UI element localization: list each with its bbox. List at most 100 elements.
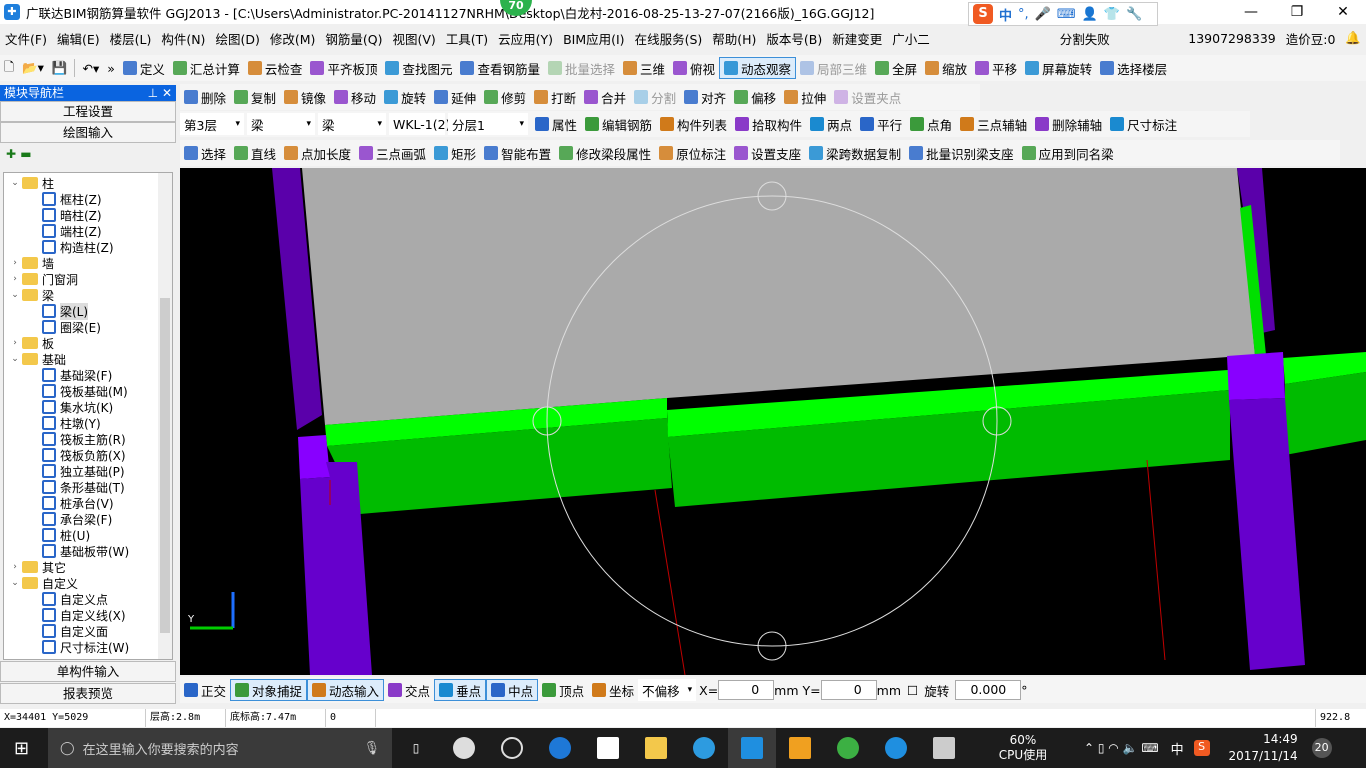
- tree-item[interactable]: 基础梁(F): [4, 367, 172, 383]
- toolbar-button[interactable]: 云检查: [244, 57, 307, 79]
- tray-icons[interactable]: ⌃ ▯ ◠ 🔈 ⌨: [1084, 741, 1159, 755]
- component-select[interactable]: WKL-1(2): [389, 113, 450, 135]
- x-input[interactable]: 0: [718, 680, 775, 700]
- keyboard-icon[interactable]: ⌨: [1057, 7, 1076, 22]
- tree-item[interactable]: 框柱(Z): [4, 191, 172, 207]
- toolbar-button[interactable]: 三点辅轴: [956, 113, 1031, 135]
- toolbar-button[interactable]: 点加长度: [280, 142, 355, 164]
- tree-item[interactable]: 圈梁(E): [4, 319, 172, 335]
- layer-select[interactable]: 分层1: [448, 113, 528, 135]
- tree-item[interactable]: › 其它: [4, 559, 172, 575]
- toolbar-button[interactable]: 两点: [806, 113, 856, 135]
- glodon-app-icon[interactable]: [728, 728, 776, 768]
- toolbar-button[interactable]: 编辑钢筋: [581, 113, 656, 135]
- toolbar-button[interactable]: 定义: [119, 57, 169, 79]
- save-button[interactable]: 💾: [48, 57, 72, 79]
- tree-item[interactable]: 桩承台(V): [4, 495, 172, 511]
- toolbar-button[interactable]: 梁跨数据复制: [805, 142, 905, 164]
- bell-icon[interactable]: 🔔: [1340, 30, 1366, 46]
- snap-button[interactable]: 垂点: [434, 679, 487, 701]
- toolbar-button[interactable]: 三维: [619, 57, 669, 79]
- expand-chevron-icon[interactable]: ›: [8, 258, 22, 268]
- user-account[interactable]: 13907298339: [1183, 31, 1280, 46]
- green-app-icon[interactable]: [824, 728, 872, 768]
- type-select-1[interactable]: 梁: [247, 113, 315, 135]
- snap-button[interactable]: 动态输入: [307, 679, 385, 701]
- taskbar-search[interactable]: ◯ 在这里输入你要搜索的内容 🎙: [48, 728, 392, 768]
- toolbar-button[interactable]: 平行: [856, 113, 906, 135]
- nav-drawing-input[interactable]: 绘图输入: [0, 122, 176, 143]
- scene[interactable]: Y: [180, 168, 1366, 676]
- tree-scrollbar[interactable]: [158, 173, 172, 659]
- tree-item[interactable]: 尺寸标注(W): [4, 639, 172, 655]
- toolbar-button[interactable]: 合并: [580, 86, 630, 108]
- toolbar-button[interactable]: 移动: [330, 86, 380, 108]
- expand-chevron-icon[interactable]: ›: [8, 338, 22, 348]
- toolbar-button[interactable]: 直线: [230, 142, 280, 164]
- toolbar-button[interactable]: 俯视: [669, 57, 719, 79]
- skin-icon[interactable]: 👕: [1104, 7, 1120, 22]
- tree-item[interactable]: 自定义线(X): [4, 607, 172, 623]
- nav-report-preview[interactable]: 报表预览: [0, 683, 176, 704]
- expand-chevron-icon[interactable]: ⌄: [8, 354, 22, 364]
- snap-button[interactable]: 顶点: [538, 679, 588, 701]
- rotate-input[interactable]: 0.000: [955, 680, 1022, 700]
- toolbar-button[interactable]: 镜像: [280, 86, 330, 108]
- offset-select[interactable]: 不偏移: [638, 679, 697, 701]
- toolbar-button[interactable]: 查找图元: [381, 57, 456, 79]
- tree-item[interactable]: ⌄ 柱: [4, 175, 172, 191]
- expand-chevron-icon[interactable]: ⌄: [8, 578, 22, 588]
- restore-button[interactable]: ❐: [1274, 0, 1320, 24]
- app-spiral-icon[interactable]: [488, 728, 536, 768]
- toolbar-button[interactable]: 平齐板顶: [306, 57, 381, 79]
- toolbar-button[interactable]: 矩形: [430, 142, 480, 164]
- nav-single-input[interactable]: 单构件输入: [0, 661, 176, 682]
- snap-button[interactable]: 坐标: [588, 679, 638, 701]
- rotate-checkbox[interactable]: ☐: [907, 683, 918, 698]
- menu-item[interactable]: 楼层(L): [105, 29, 157, 48]
- toolbar-button[interactable]: 全屏: [871, 57, 921, 79]
- tree-item[interactable]: 条形基础(T): [4, 479, 172, 495]
- tree-item[interactable]: 暗柱(Z): [4, 207, 172, 223]
- toolbar-button[interactable]: 设置夹点: [830, 86, 905, 108]
- snap-button[interactable]: 交点: [384, 679, 434, 701]
- clock[interactable]: 14:49 2017/11/14: [1224, 731, 1298, 765]
- toolbar-button[interactable]: 修改梁段属性: [555, 142, 655, 164]
- close-button[interactable]: ✕: [1320, 0, 1366, 24]
- toolbar-button[interactable]: 智能布置: [480, 142, 555, 164]
- tree-item[interactable]: 自定义面: [4, 623, 172, 639]
- toolbar-button[interactable]: 应用到同名梁: [1018, 142, 1118, 164]
- ime-toolbar[interactable]: S 中 °, 🎤 ⌨ 👤 👕 🔧: [968, 2, 1158, 26]
- y-input[interactable]: 0: [820, 680, 877, 700]
- nav-project-settings[interactable]: 工程设置: [0, 101, 176, 122]
- toolbar-button[interactable]: 设置支座: [730, 142, 805, 164]
- toolbar-button[interactable]: 偏移: [730, 86, 780, 108]
- toolbar-button[interactable]: 拾取构件: [731, 113, 806, 135]
- toolbar-button[interactable]: 局部三维: [796, 57, 871, 79]
- type-select-2[interactable]: 梁: [318, 113, 386, 135]
- toolbar-button[interactable]: 属性: [531, 113, 581, 135]
- menu-item[interactable]: 文件(F): [0, 29, 52, 48]
- expand-collapse-icons[interactable]: ✚ ▬: [0, 143, 176, 169]
- mic-icon[interactable]: 🎤: [1035, 7, 1051, 22]
- toolbar-button[interactable]: 分割: [630, 86, 680, 108]
- snap-button[interactable]: 中点: [486, 679, 539, 701]
- help-app-icon[interactable]: [920, 728, 968, 768]
- ie-icon[interactable]: [680, 728, 728, 768]
- expand-chevron-icon[interactable]: ⌄: [8, 178, 22, 188]
- toolbar-button[interactable]: 旋转: [380, 86, 430, 108]
- ime-punct[interactable]: °,: [1018, 7, 1029, 22]
- pin-close-icons[interactable]: ⊥ ✕: [148, 85, 172, 101]
- wrench-icon[interactable]: 🔧: [1126, 7, 1142, 22]
- tree-item[interactable]: 独立基础(P): [4, 463, 172, 479]
- tree-item[interactable]: 端柱(Z): [4, 223, 172, 239]
- edge-icon[interactable]: [536, 728, 584, 768]
- menu-item[interactable]: 版本号(B): [761, 29, 827, 48]
- toolbar-button[interactable]: 删除: [180, 86, 230, 108]
- toolbar-button[interactable]: 对齐: [680, 86, 730, 108]
- menu-item[interactable]: 工具(T): [441, 29, 493, 48]
- toolbar-button[interactable]: 批量识别梁支座: [905, 142, 1018, 164]
- toolbar-button[interactable]: 选择楼层: [1096, 57, 1171, 79]
- undo-button[interactable]: ↶▾: [78, 57, 103, 79]
- menu-item[interactable]: 修改(M): [265, 29, 321, 48]
